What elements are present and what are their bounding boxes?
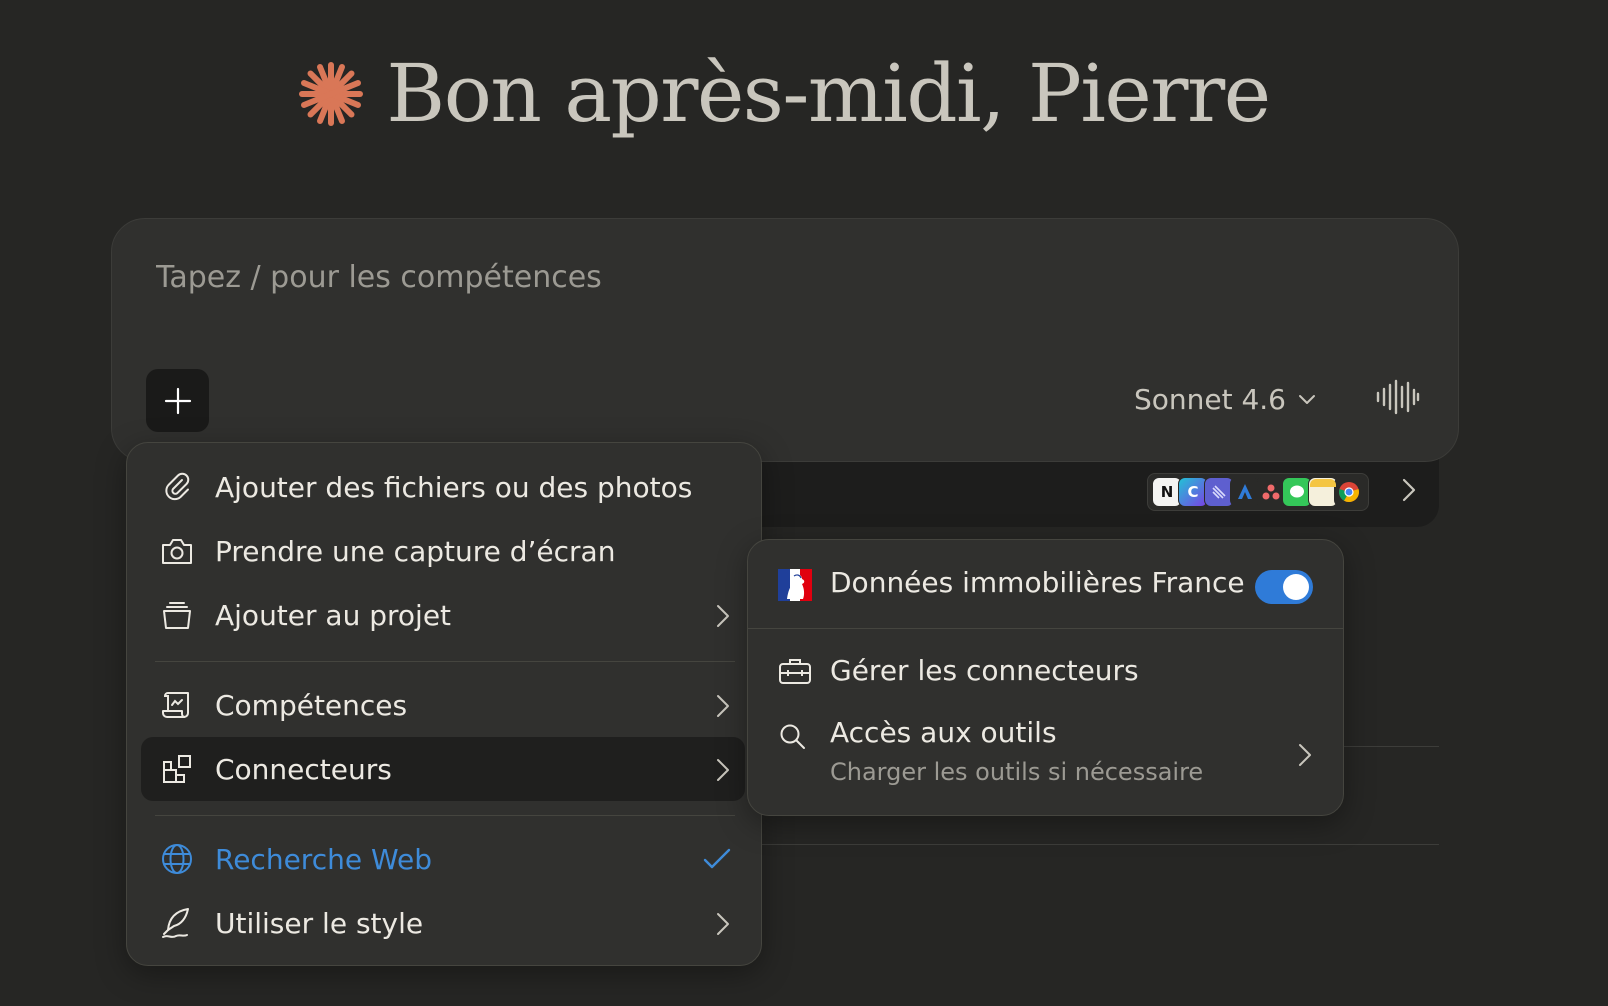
connector-tray[interactable]: N C [740,452,1439,527]
prompt-input[interactable] [154,259,1058,296]
tool-access-item[interactable]: Accès aux outils Charger les outils si n… [748,706,1345,802]
menu-item-use-style[interactable]: Utiliser le style [141,891,745,955]
connector-toggle[interactable] [1255,570,1313,604]
menu-divider [155,661,735,662]
search-icon [778,722,808,756]
composer: Sonnet 4.6 [111,218,1459,462]
voice-button[interactable] [1376,379,1420,419]
menu-label: Ajouter au projet [215,598,452,632]
menu-label: Utiliser le style [215,906,424,940]
connectors-icon [159,751,195,787]
plus-icon [164,387,191,414]
chevron-right-icon [1299,744,1311,766]
menu-label: Compétences [215,688,408,722]
menu-label: Recherche Web [215,842,432,876]
chevron-right-icon [717,759,729,781]
menu-label: Ajouter des fichiers ou des photos [215,470,693,504]
menu-divider [155,815,735,816]
scroll-icon [159,687,195,723]
globe-icon [159,841,195,877]
quill-icon [159,905,195,941]
marianne-icon [778,569,812,605]
menu-label: Prendre une capture d’écran [215,534,616,568]
menu-item-screenshot[interactable]: Prendre une capture d’écran [141,519,745,583]
menu-item-skills[interactable]: Compétences [141,673,745,737]
greeting: Bon après-midi, Pierre [0,46,1568,142]
chevron-right-icon [717,913,729,935]
menu-label: Connecteurs [215,752,392,786]
submenu-divider [748,628,1343,629]
waveform-icon [1376,379,1420,415]
menu-item-web-search[interactable]: Recherche Web [141,827,745,891]
tool-access-description: Charger les outils si nécessaire [830,758,1204,786]
add-menu: Ajouter des fichiers ou des photos Prend… [126,442,762,966]
manage-connectors-label: Gérer les connecteurs [830,654,1139,687]
menu-item-add-files[interactable]: Ajouter des fichiers ou des photos [141,455,745,519]
manage-connectors-item[interactable]: Gérer les connecteurs [748,640,1345,704]
chevron-right-icon [717,695,729,717]
chrome-icon [1334,477,1364,507]
paperclip-icon [159,469,195,505]
chevron-down-icon [1299,394,1315,404]
connectors-submenu: Données immobilières France Gérer les co… [747,539,1344,816]
menu-item-connectors[interactable]: Connecteurs [141,737,745,801]
model-label: Sonnet 4.6 [1133,383,1286,416]
greeting-title: Bon après-midi, Pierre [386,47,1271,140]
divider [740,844,1439,845]
project-box-icon [159,597,195,633]
toolbox-icon [778,656,812,690]
connector-label: Données immobilières France [830,566,1245,599]
chevron-right-icon [717,605,729,627]
chevron-right-icon[interactable] [1401,477,1417,503]
sparkle-icon [299,62,364,126]
checkmark-icon [703,848,731,869]
connector-icons[interactable]: N C [1147,473,1369,511]
camera-icon [159,533,195,569]
add-button[interactable] [146,369,209,432]
toggle-knob [1283,574,1309,600]
model-selector[interactable]: Sonnet 4.6 [1134,383,1316,416]
connector-row[interactable]: Données immobilières France [748,540,1345,628]
tool-access-label: Accès aux outils [830,716,1057,749]
menu-item-add-to-project[interactable]: Ajouter au projet [141,583,745,647]
